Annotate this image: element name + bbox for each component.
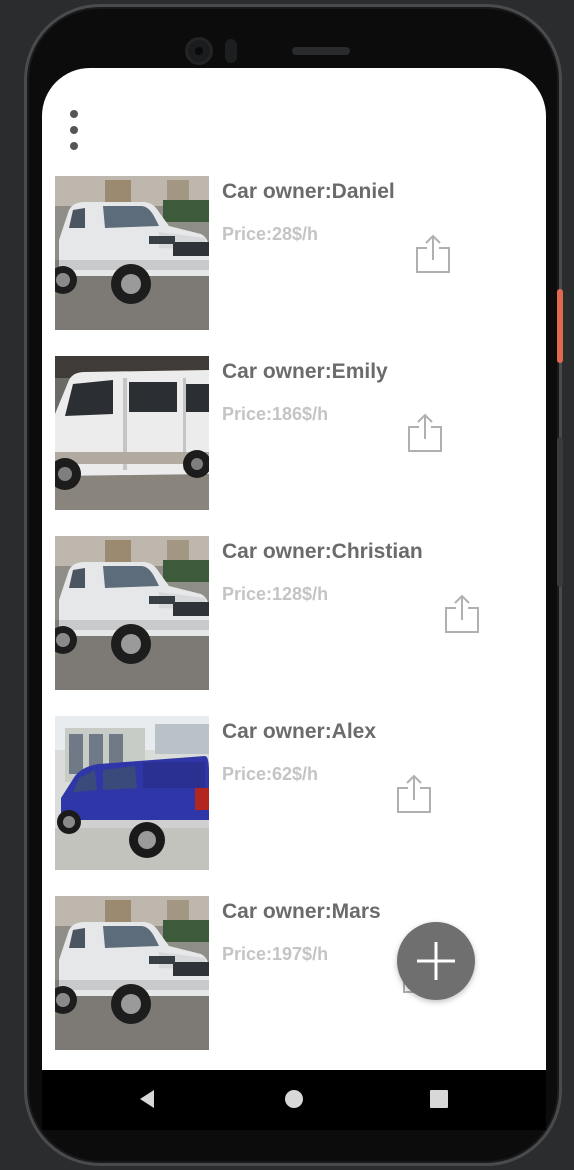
car-photo [55, 536, 209, 690]
car-owner-label: Car owner:Emily [222, 360, 388, 383]
car-owner-label: Car owner:Alex [222, 720, 377, 743]
proximity-sensor [225, 39, 237, 63]
car-photo [55, 716, 209, 870]
car-photo [55, 176, 209, 330]
add-car-button[interactable] [397, 922, 475, 1000]
list-item[interactable]: Car owner:Christian Price:128$/h [42, 536, 546, 692]
car-photo [55, 896, 209, 1050]
app-screen: Car owner:Daniel Price:28$/h Car owner:E… [42, 68, 546, 1070]
list-item[interactable]: Car owner:Emily Price:186$/h [42, 356, 546, 512]
car-owner-label: Car owner:Christian [222, 540, 423, 563]
front-camera [185, 37, 213, 65]
list-item[interactable]: Car owner:Alex Price:62$/h [42, 716, 546, 872]
car-price-label: Price:62$/h [222, 764, 319, 784]
list-item[interactable]: Car owner:Daniel Price:28$/h [42, 176, 546, 332]
plus-icon [417, 942, 455, 980]
car-owner-label: Car owner:Mars [222, 900, 381, 923]
share-icon[interactable] [396, 774, 432, 814]
car-price-label: Price:28$/h [222, 224, 319, 244]
share-icon[interactable] [415, 234, 451, 274]
more-vert-icon[interactable] [64, 110, 84, 154]
car-price-label: Price:197$/h [222, 944, 329, 964]
share-icon[interactable] [407, 413, 443, 453]
car-price-label: Price:128$/h [222, 584, 329, 604]
share-icon[interactable] [444, 594, 480, 634]
recents-square-icon[interactable] [429, 1088, 449, 1115]
back-triangle-icon[interactable] [138, 1088, 156, 1115]
power-button[interactable] [557, 289, 563, 363]
earpiece-speaker [292, 47, 350, 55]
car-price-label: Price:186$/h [222, 404, 329, 424]
home-circle-icon[interactable] [284, 1088, 304, 1115]
car-owner-label: Car owner:Daniel [222, 180, 395, 203]
volume-button[interactable] [557, 437, 563, 587]
car-photo [55, 356, 209, 510]
system-navigation-bar [42, 1070, 546, 1130]
